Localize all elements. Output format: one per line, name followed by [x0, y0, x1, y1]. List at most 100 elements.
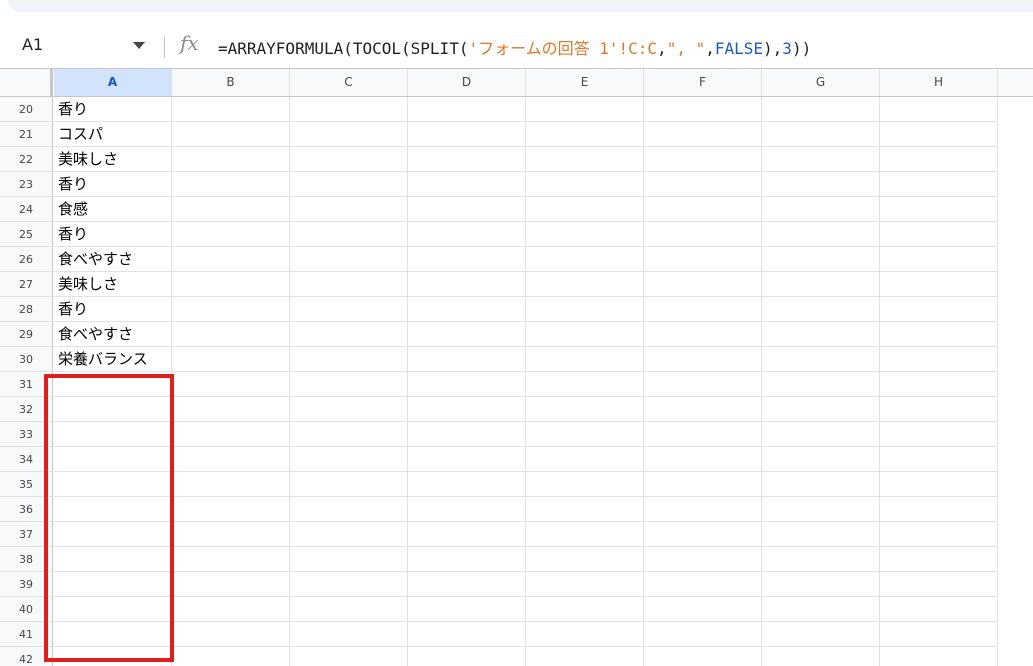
- cell-g[interactable]: [762, 122, 880, 147]
- cell-h[interactable]: [880, 597, 998, 622]
- cell-d[interactable]: [408, 272, 526, 297]
- cell-a[interactable]: [54, 622, 172, 647]
- cell-d[interactable]: [408, 622, 526, 647]
- cell-g[interactable]: [762, 547, 880, 572]
- cell-d[interactable]: [408, 547, 526, 572]
- cell-e[interactable]: [526, 197, 644, 222]
- cell-h[interactable]: [880, 547, 998, 572]
- cell-a[interactable]: 食べやすさ: [54, 322, 172, 347]
- column-header-g[interactable]: G: [762, 69, 880, 96]
- cell-b[interactable]: [172, 347, 290, 372]
- cell-d[interactable]: [408, 222, 526, 247]
- cell-g[interactable]: [762, 522, 880, 547]
- cell-c[interactable]: [290, 322, 408, 347]
- cell-f[interactable]: [644, 247, 762, 272]
- row-header[interactable]: 41: [0, 622, 53, 647]
- cell-d[interactable]: [408, 572, 526, 597]
- cell-a[interactable]: [54, 372, 172, 397]
- cell-b[interactable]: [172, 522, 290, 547]
- cell-c[interactable]: [290, 472, 408, 497]
- column-header-c[interactable]: C: [290, 69, 408, 96]
- cell-f[interactable]: [644, 497, 762, 522]
- cell-a[interactable]: [54, 572, 172, 597]
- cell-f[interactable]: [644, 622, 762, 647]
- row-header[interactable]: 20: [0, 97, 53, 122]
- cell-c[interactable]: [290, 172, 408, 197]
- cell-b[interactable]: [172, 447, 290, 472]
- cell-a[interactable]: 香り: [54, 297, 172, 322]
- row-header[interactable]: 37: [0, 522, 53, 547]
- cell-c[interactable]: [290, 347, 408, 372]
- row-header[interactable]: 35: [0, 472, 53, 497]
- cell-a[interactable]: 食感: [54, 197, 172, 222]
- cell-h[interactable]: [880, 622, 998, 647]
- cell-f[interactable]: [644, 572, 762, 597]
- cell-e[interactable]: [526, 397, 644, 422]
- cell-h[interactable]: [880, 222, 998, 247]
- cell-a[interactable]: 栄養バランス: [54, 347, 172, 372]
- cell-b[interactable]: [172, 272, 290, 297]
- cell-d[interactable]: [408, 122, 526, 147]
- cell-a[interactable]: [54, 647, 172, 666]
- cell-h[interactable]: [880, 247, 998, 272]
- cell-h[interactable]: [880, 572, 998, 597]
- row-header[interactable]: 42: [0, 647, 53, 666]
- cell-b[interactable]: [172, 197, 290, 222]
- cell-a[interactable]: [54, 472, 172, 497]
- cell-d[interactable]: [408, 297, 526, 322]
- column-header-b[interactable]: B: [172, 69, 290, 96]
- cell-c[interactable]: [290, 222, 408, 247]
- cell-g[interactable]: [762, 422, 880, 447]
- cell-e[interactable]: [526, 272, 644, 297]
- name-box[interactable]: A1: [22, 35, 43, 54]
- cell-g[interactable]: [762, 197, 880, 222]
- cell-h[interactable]: [880, 497, 998, 522]
- select-all-corner[interactable]: [0, 69, 53, 96]
- row-header[interactable]: 38: [0, 547, 53, 572]
- cell-e[interactable]: [526, 297, 644, 322]
- cell-b[interactable]: [172, 647, 290, 666]
- cell-e[interactable]: [526, 522, 644, 547]
- row-header[interactable]: 26: [0, 247, 53, 272]
- cell-f[interactable]: [644, 422, 762, 447]
- cell-h[interactable]: [880, 472, 998, 497]
- cell-g[interactable]: [762, 372, 880, 397]
- row-header[interactable]: 24: [0, 197, 53, 222]
- cell-f[interactable]: [644, 272, 762, 297]
- cell-d[interactable]: [408, 447, 526, 472]
- cell-a[interactable]: [54, 597, 172, 622]
- cell-d[interactable]: [408, 197, 526, 222]
- cell-f[interactable]: [644, 547, 762, 572]
- cell-g[interactable]: [762, 647, 880, 666]
- cell-h[interactable]: [880, 372, 998, 397]
- cell-b[interactable]: [172, 597, 290, 622]
- cell-g[interactable]: [762, 347, 880, 372]
- cell-h[interactable]: [880, 197, 998, 222]
- cell-a[interactable]: [54, 447, 172, 472]
- cell-g[interactable]: [762, 297, 880, 322]
- cell-h[interactable]: [880, 347, 998, 372]
- cell-d[interactable]: [408, 497, 526, 522]
- cell-h[interactable]: [880, 647, 998, 666]
- cell-h[interactable]: [880, 97, 998, 122]
- cell-d[interactable]: [408, 372, 526, 397]
- cell-g[interactable]: [762, 272, 880, 297]
- chevron-down-icon[interactable]: [133, 42, 145, 49]
- cell-d[interactable]: [408, 147, 526, 172]
- row-header[interactable]: 40: [0, 597, 53, 622]
- cell-c[interactable]: [290, 547, 408, 572]
- row-header[interactable]: 23: [0, 172, 53, 197]
- cell-g[interactable]: [762, 472, 880, 497]
- cell-h[interactable]: [880, 297, 998, 322]
- cell-e[interactable]: [526, 372, 644, 397]
- cell-h[interactable]: [880, 172, 998, 197]
- cell-e[interactable]: [526, 247, 644, 272]
- cell-b[interactable]: [172, 497, 290, 522]
- cell-a[interactable]: 香り: [54, 97, 172, 122]
- cell-h[interactable]: [880, 322, 998, 347]
- cell-h[interactable]: [880, 422, 998, 447]
- cell-e[interactable]: [526, 147, 644, 172]
- cell-c[interactable]: [290, 447, 408, 472]
- cell-a[interactable]: 香り: [54, 222, 172, 247]
- cell-a[interactable]: [54, 422, 172, 447]
